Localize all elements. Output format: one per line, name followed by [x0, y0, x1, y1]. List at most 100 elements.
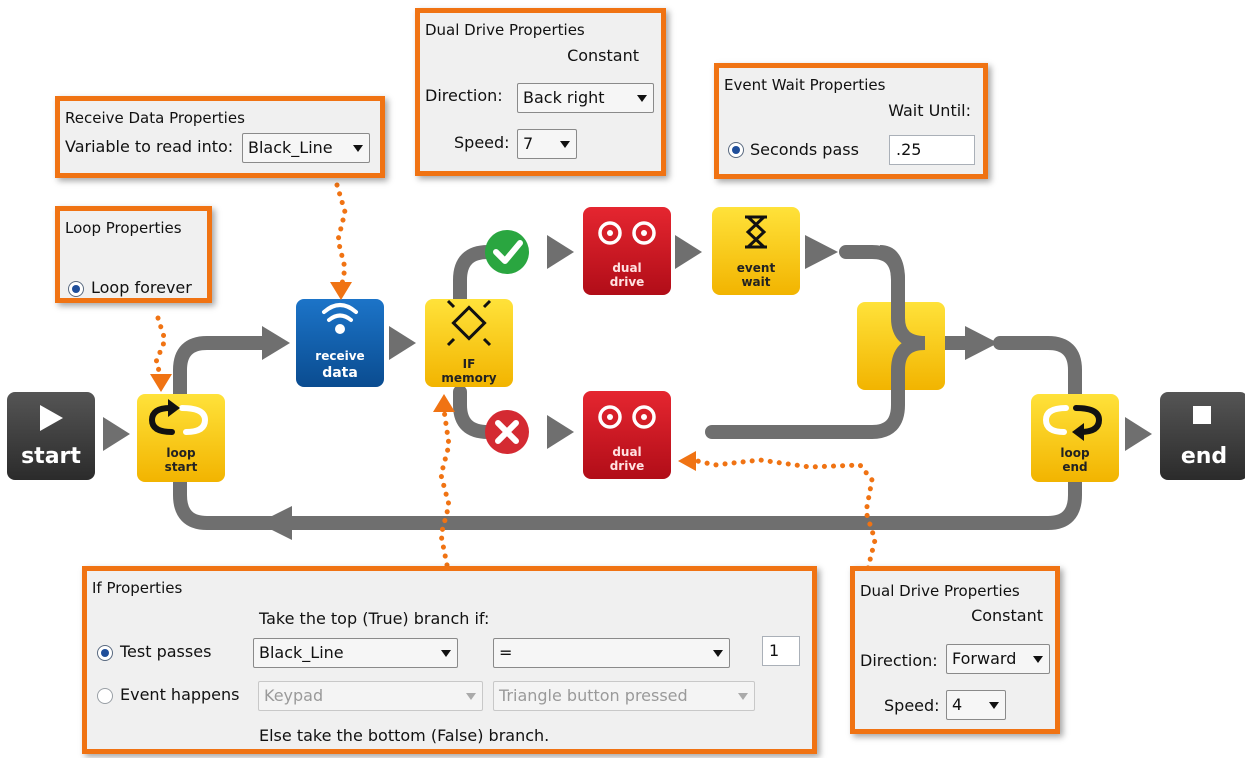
loop-start-label-1: loop: [166, 446, 196, 460]
event-wait-properties-panel: Event Wait Properties Wait Until: Second…: [714, 63, 988, 179]
panel-title: Event Wait Properties: [724, 76, 886, 94]
wait-until-label: Wait Until:: [888, 101, 971, 120]
dual-drive-bottom-properties-panel: Dual Drive Properties Constant Direction…: [850, 566, 1060, 734]
loop-start-label-2: start: [165, 460, 198, 474]
if-properties-panel: If Properties Take the top (True) branch…: [82, 566, 817, 754]
test-variable-select[interactable]: Black_Line: [253, 638, 458, 668]
loop-forever-label: Loop forever: [91, 278, 192, 297]
arrow-true-to-drive: [547, 235, 574, 269]
arrow-wait-out: [805, 235, 838, 269]
variable-select-value: Black_Line: [248, 138, 333, 157]
if-memory-block[interactable]: IF memory: [425, 299, 513, 387]
if-label-2: memory: [441, 371, 496, 385]
receive-label-1: receive: [315, 349, 364, 363]
speed-select[interactable]: 4: [946, 690, 1006, 720]
start-block[interactable]: start: [7, 392, 95, 480]
false-branch-badge: [485, 410, 529, 454]
direction-select-value: Back right: [523, 88, 605, 107]
test-passes-label: Test passes: [120, 642, 212, 661]
test-operator-value: =: [499, 643, 513, 662]
event-wait-block[interactable]: event wait: [712, 207, 800, 295]
chevron-down-icon: [466, 693, 476, 700]
end-label: end: [1181, 444, 1227, 469]
event-wait-label-1: event: [737, 261, 776, 275]
event-wait-label-2: wait: [741, 275, 770, 289]
test-operator-select[interactable]: =: [493, 638, 730, 668]
arrow-drive-to-wait: [675, 235, 702, 269]
wire-loop-to-receive: [173, 336, 269, 402]
connector-dual-drive-bottom: [690, 457, 878, 571]
stop-icon: [1193, 406, 1211, 424]
dual-drive-bottom-label-2: drive: [610, 459, 645, 473]
panel-title: Dual Drive Properties: [860, 582, 1020, 600]
instruction-text: Take the top (True) branch if:: [259, 609, 490, 628]
loop-forever-radio[interactable]: [68, 281, 84, 297]
receive-data-block[interactable]: receive data: [296, 299, 384, 387]
dual-drive-top-block[interactable]: dual drive: [583, 207, 671, 295]
else-text: Else take the bottom (False) branch.: [259, 726, 550, 745]
connector-if: [438, 407, 452, 568]
end-block[interactable]: end: [1160, 392, 1245, 480]
arrow-loopend-to-end: [1125, 417, 1152, 451]
true-branch-badge: [485, 230, 529, 274]
direction-select[interactable]: Back right: [517, 83, 654, 113]
seconds-pass-radio[interactable]: [728, 142, 744, 158]
speed-label: Speed:: [454, 133, 510, 152]
chevron-down-icon: [713, 650, 723, 657]
speed-select[interactable]: 7: [517, 129, 577, 159]
event-source-value: Keypad: [264, 686, 324, 705]
panel-title: Loop Properties: [65, 219, 182, 237]
test-value-input[interactable]: 1: [762, 636, 800, 666]
chevron-down-icon: [441, 650, 451, 657]
event-value-select[interactable]: Triangle button pressed: [493, 681, 755, 711]
variable-select[interactable]: Black_Line: [242, 133, 370, 163]
loop-end-block[interactable]: loop end: [1031, 394, 1119, 482]
arrow-loop-return: [258, 506, 292, 540]
event-source-select[interactable]: Keypad: [258, 681, 483, 711]
test-passes-radio[interactable]: [97, 645, 113, 661]
event-happens-label: Event happens: [120, 685, 240, 704]
chevron-down-icon: [560, 141, 570, 148]
speed-select-value: 4: [952, 695, 963, 714]
loop-end-label-2: end: [1062, 460, 1087, 474]
variable-label: Variable to read into:: [65, 137, 234, 156]
event-value-value: Triangle button pressed: [499, 686, 688, 705]
dual-drive-top-label-2: drive: [610, 275, 645, 289]
receive-data-properties-panel: Receive Data Properties Variable to read…: [55, 96, 385, 178]
wire-to-loop-end: [993, 336, 1082, 402]
arrow-false-to-drive: [547, 415, 574, 449]
panel-title: If Properties: [92, 579, 183, 597]
chevron-down-icon: [353, 145, 363, 152]
loop-properties-panel: Loop Properties Loop forever: [55, 206, 212, 303]
loop-start-block[interactable]: loop start: [137, 394, 225, 482]
seconds-pass-label: Seconds pass: [750, 140, 859, 159]
if-label-1: IF: [463, 357, 476, 371]
mode-label: Constant: [971, 606, 1043, 625]
receive-label-2: data: [322, 365, 358, 381]
wire-if-bottom-branch: [453, 385, 495, 439]
start-label: start: [21, 444, 81, 469]
chevron-down-icon: [989, 702, 999, 709]
chevron-down-icon: [1033, 656, 1043, 663]
dual-drive-top-properties-panel: Dual Drive Properties Constant Direction…: [415, 8, 666, 176]
arrow-merge-out: [965, 326, 998, 360]
event-happens-radio[interactable]: [97, 688, 113, 704]
arrow-to-receive: [262, 326, 290, 360]
loop-end-label-1: loop: [1060, 446, 1090, 460]
arrow-start-to-loop: [103, 417, 130, 451]
direction-label: Direction:: [425, 86, 503, 105]
speed-label: Speed:: [884, 696, 940, 715]
dual-drive-bottom-block[interactable]: dual drive: [583, 391, 671, 479]
dual-drive-bottom-label-1: dual: [612, 445, 641, 459]
direction-label: Direction:: [860, 651, 938, 670]
chevron-down-icon: [637, 95, 647, 102]
direction-select[interactable]: Forward: [946, 644, 1050, 674]
seconds-input[interactable]: .25: [889, 135, 975, 165]
chevron-down-icon: [738, 693, 748, 700]
panel-title: Dual Drive Properties: [425, 21, 585, 39]
mode-label: Constant: [567, 46, 639, 65]
speed-select-value: 7: [523, 134, 534, 153]
arrow-receive-to-if: [389, 326, 416, 360]
wire-loop-return: [173, 475, 1082, 530]
dual-drive-top-label-1: dual: [612, 261, 641, 275]
